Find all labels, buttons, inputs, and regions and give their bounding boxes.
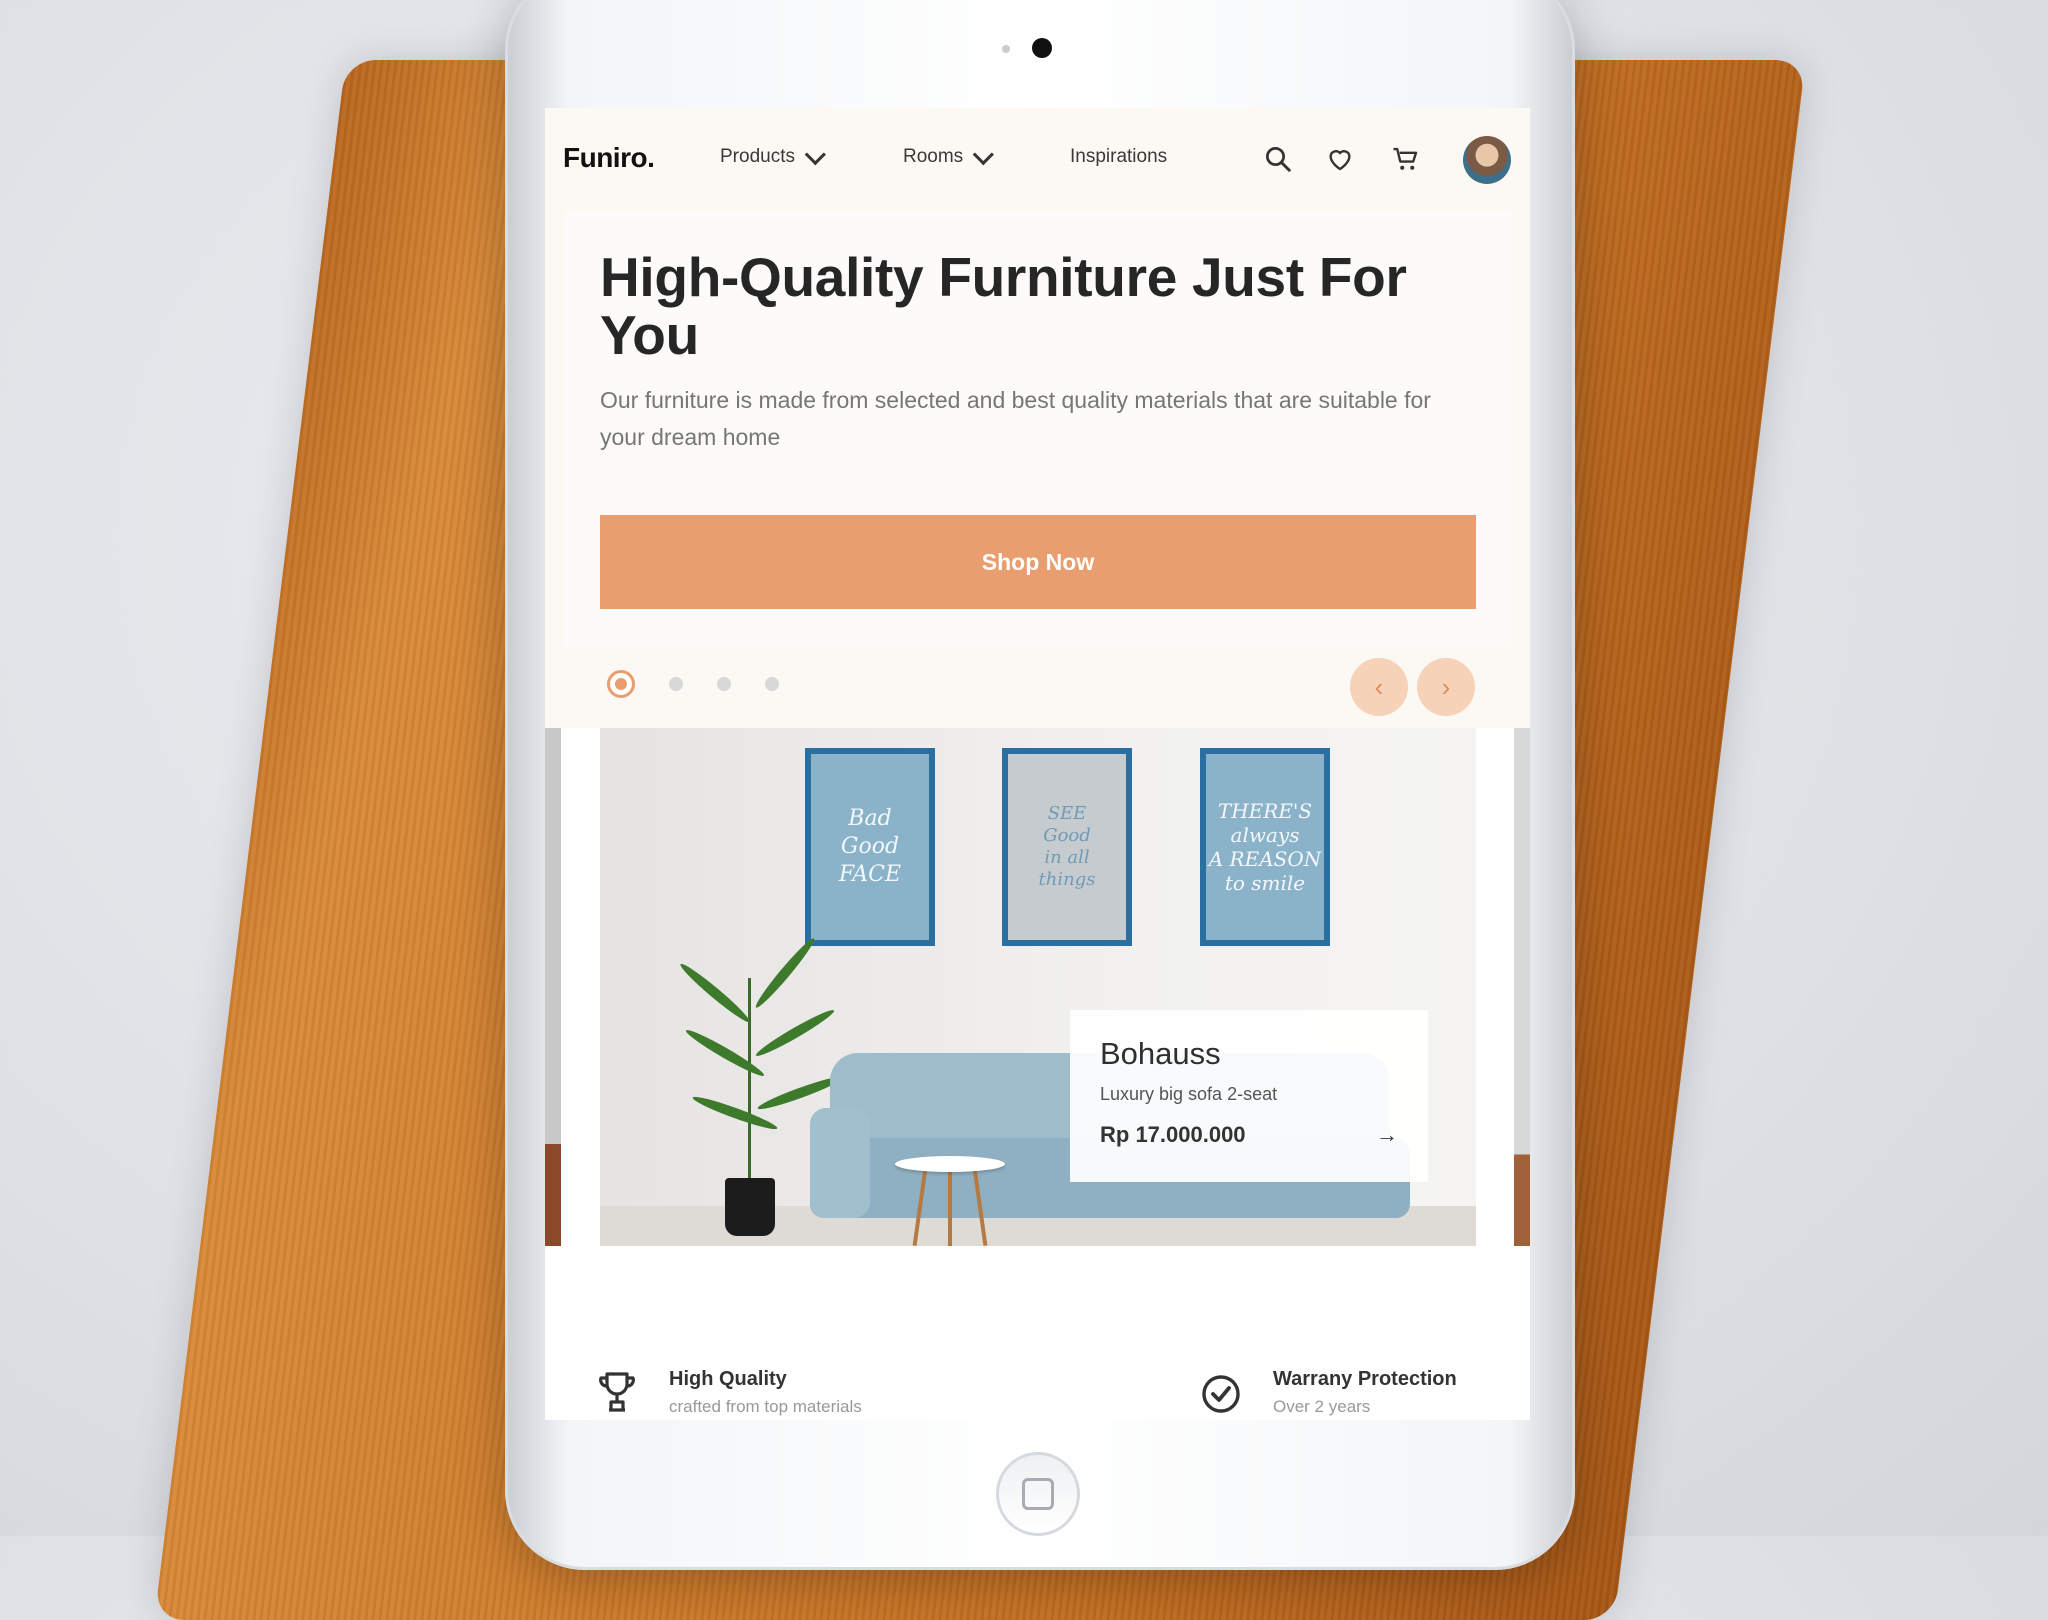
sofa-arm	[810, 1108, 870, 1218]
plant-leaf	[683, 1026, 767, 1080]
product-name: Bohauss	[1100, 1036, 1221, 1071]
table-leg	[948, 1168, 952, 1246]
plant-leaf	[691, 1092, 779, 1134]
chevron-down-icon	[972, 143, 995, 165]
trophy-icon	[599, 1372, 635, 1412]
product-description: Luxury big sofa 2-seat	[1100, 1084, 1278, 1104]
shop-now-button[interactable]: Shop Now	[600, 515, 1476, 609]
screen: Funiro. Products Rooms Inspirations High…	[545, 108, 1530, 1420]
nav-rooms-label: Rooms	[903, 146, 964, 167]
carousel-slider: Bad Good FACE SEE Good in all things THE…	[545, 728, 1530, 1248]
plant-leaf	[752, 935, 818, 1011]
navbar: Funiro. Products Rooms Inspirations	[545, 108, 1530, 208]
wall-frame-2: SEE Good in all things	[1002, 748, 1132, 946]
cart-icon[interactable]	[1391, 144, 1421, 174]
nav-products[interactable]: Products	[720, 143, 826, 168]
plant-leaf	[677, 960, 753, 1026]
carousel-dots	[607, 670, 779, 698]
arrow-right-icon[interactable]: →	[1376, 1122, 1398, 1148]
carousel-next-button[interactable]: ›	[1417, 658, 1475, 716]
feature-title: Warrany Protection	[1273, 1368, 1457, 1390]
tablet-sensor	[1002, 45, 1010, 53]
tablet-camera	[1032, 38, 1052, 58]
hero-subtitle: Our furniture is made from selected and …	[600, 387, 1431, 450]
feature-subtitle: Over 2 years	[1273, 1397, 1371, 1416]
guarantee-check-icon	[1202, 1375, 1240, 1413]
slide-image: Bad Good FACE SEE Good in all things THE…	[600, 728, 1476, 1246]
avatar[interactable]	[1463, 136, 1511, 184]
nav-inspirations[interactable]: Inspirations	[1070, 146, 1167, 168]
carousel-dot-4[interactable]	[765, 677, 779, 691]
carousel-prev-button[interactable]: ‹	[1350, 658, 1408, 716]
carousel-dot-2[interactable]	[669, 677, 683, 691]
plant-stem	[748, 978, 751, 1183]
chevron-down-icon	[804, 143, 826, 165]
next-slide-peek[interactable]	[1514, 728, 1530, 1248]
brand-logo[interactable]: Funiro.	[563, 142, 655, 174]
plant-leaf	[753, 1006, 837, 1060]
feature-high-quality: High Quality crafted from top materials	[593, 1368, 862, 1417]
carousel-dot-3[interactable]	[717, 677, 731, 691]
feature-subtitle: crafted from top materials	[669, 1397, 862, 1416]
product-card[interactable]: Bohauss Luxury big sofa 2-seat Rp 17.000…	[1070, 1010, 1428, 1182]
nav-rooms[interactable]: Rooms	[903, 143, 995, 168]
nav-inspirations-label: Inspirations	[1070, 146, 1168, 167]
side-table	[895, 1156, 1005, 1172]
carousel-dot-1[interactable]	[607, 670, 635, 698]
search-icon[interactable]	[1263, 144, 1293, 174]
nav-products-label: Products	[720, 146, 795, 167]
wall-frame-1: Bad Good FACE	[805, 748, 935, 946]
heart-icon[interactable]	[1325, 144, 1355, 174]
home-button-icon	[1022, 1478, 1054, 1510]
feature-warranty: Warrany Protection Over 2 years	[1197, 1368, 1457, 1417]
previous-slide-peek[interactable]	[545, 728, 561, 1248]
feature-title: High Quality	[669, 1368, 787, 1390]
home-button[interactable]	[996, 1452, 1080, 1536]
wall-frame-3: THERE'S always A REASON to smile	[1200, 748, 1330, 946]
product-price: Rp 17.000.000	[1100, 1122, 1246, 1147]
plant-pot	[725, 1178, 775, 1236]
hero-title: High-Quality Furniture Just For You	[600, 246, 1407, 366]
